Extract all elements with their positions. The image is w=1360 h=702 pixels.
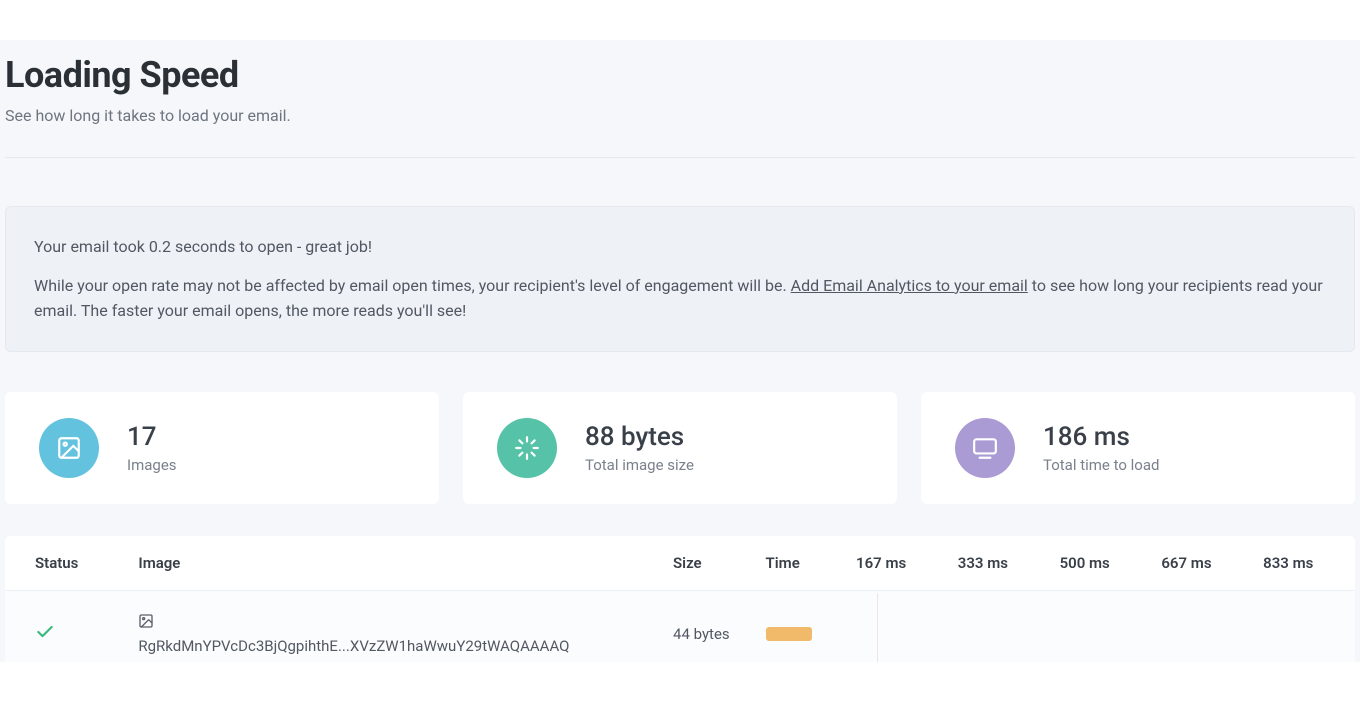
th-ms-0: 167 ms xyxy=(846,536,948,591)
image-filename: RgRkdMnYPVcDc3BjQgpihthE...XVzZW1haWwuY2… xyxy=(138,637,569,655)
th-ms-2: 500 ms xyxy=(1050,536,1152,591)
stat-card-images: 17 Images xyxy=(5,392,439,504)
stat-card-time: 186 ms Total time to load xyxy=(921,392,1355,504)
image-icon xyxy=(39,418,99,478)
page-subtitle: See how long it takes to load your email… xyxy=(5,106,1355,125)
info-line-1: Your email took 0.2 seconds to open - gr… xyxy=(34,235,1326,260)
th-status: Status xyxy=(5,536,128,591)
divider xyxy=(5,157,1355,158)
stat-images-label: Images xyxy=(127,456,177,474)
stat-size-value: 88 bytes xyxy=(585,422,694,452)
th-image: Image xyxy=(128,536,663,591)
stat-time-value: 186 ms xyxy=(1043,422,1159,452)
monitor-icon xyxy=(955,418,1015,478)
stat-time-label: Total time to load xyxy=(1043,456,1159,474)
timeline-bar xyxy=(766,627,812,641)
images-table: Status Image Size Time 167 ms 333 ms 500… xyxy=(5,536,1355,677)
th-size: Size xyxy=(663,536,756,591)
bottom-mask xyxy=(0,662,1360,702)
info-text-prefix: While your open rate may not be affected… xyxy=(34,276,791,295)
add-analytics-link[interactable]: Add Email Analytics to your email xyxy=(791,276,1028,295)
info-line-2: While your open rate may not be affected… xyxy=(34,274,1326,324)
info-box: Your email took 0.2 seconds to open - gr… xyxy=(5,206,1355,352)
page-title: Loading Speed xyxy=(5,54,1355,96)
th-ms-1: 333 ms xyxy=(948,536,1050,591)
th-ms-4: 833 ms xyxy=(1253,536,1355,591)
stat-size-label: Total image size xyxy=(585,456,694,474)
th-ms-3: 667 ms xyxy=(1151,536,1253,591)
stat-card-size: 88 bytes Total image size xyxy=(463,392,897,504)
th-time: Time xyxy=(756,536,846,591)
check-icon xyxy=(35,628,55,646)
stat-images-value: 17 xyxy=(127,422,177,452)
timeline-cell xyxy=(766,615,1325,653)
loader-icon xyxy=(497,418,557,478)
image-thumb-icon xyxy=(138,613,154,629)
stats-row: 17 Images 88 bytes Total image size 186 … xyxy=(5,392,1355,504)
